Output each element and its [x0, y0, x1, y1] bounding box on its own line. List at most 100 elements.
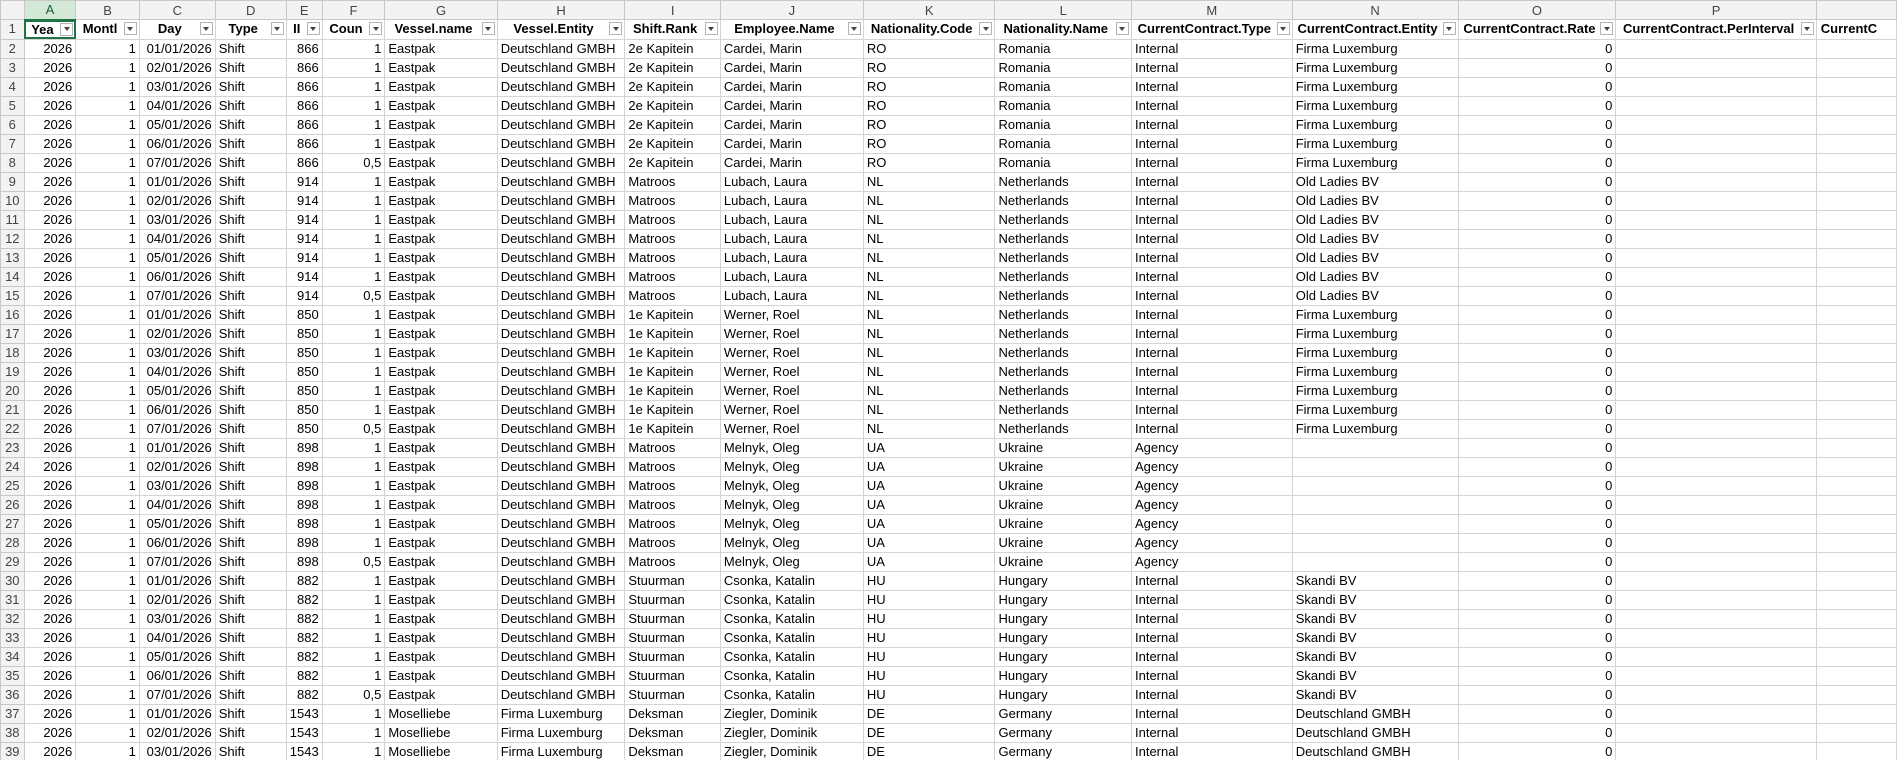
table-cell[interactable] — [1815, 380, 1897, 401]
table-cell[interactable]: Deutschland GMBH — [496, 646, 626, 667]
header-cell[interactable]: Yea — [23, 19, 77, 40]
table-cell[interactable]: Shift — [214, 171, 287, 192]
table-cell[interactable]: 1e Kapitein — [624, 304, 721, 325]
table-cell[interactable]: 0 — [1457, 399, 1617, 420]
table-cell[interactable]: 0 — [1457, 323, 1617, 344]
table-cell[interactable]: RO — [862, 114, 996, 135]
table-cell[interactable] — [1815, 399, 1897, 420]
table-cell[interactable]: Agency — [1130, 513, 1293, 534]
table-cell[interactable] — [1615, 133, 1817, 154]
table-cell[interactable]: Melnyk, Oleg — [719, 475, 864, 496]
row-number[interactable]: 18 — [0, 342, 25, 363]
table-cell[interactable] — [1291, 475, 1459, 496]
table-cell[interactable]: 0 — [1457, 741, 1617, 760]
table-cell[interactable]: 1 — [75, 380, 140, 401]
table-cell[interactable]: 1 — [321, 304, 386, 325]
table-cell[interactable] — [1615, 703, 1817, 724]
table-cell[interactable] — [1615, 437, 1817, 458]
header-cell[interactable]: II — [285, 19, 323, 40]
table-cell[interactable] — [1615, 57, 1817, 78]
table-cell[interactable]: Firma Luxemburg — [1291, 152, 1459, 173]
table-cell[interactable] — [1815, 152, 1897, 173]
table-cell[interactable]: 2026 — [23, 570, 77, 591]
table-cell[interactable]: 1543 — [285, 703, 323, 724]
table-cell[interactable]: UA — [862, 437, 996, 458]
table-cell[interactable]: Internal — [1130, 570, 1293, 591]
table-cell[interactable]: 1 — [75, 722, 140, 743]
table-cell[interactable]: Shift — [214, 513, 287, 534]
table-cell[interactable]: Eastpak — [384, 380, 498, 401]
table-cell[interactable]: Hungary — [994, 627, 1132, 648]
table-cell[interactable]: Matroos — [624, 266, 721, 287]
table-cell[interactable]: NL — [862, 247, 996, 268]
table-cell[interactable]: Hungary — [994, 570, 1132, 591]
table-cell[interactable]: 2026 — [23, 722, 77, 743]
table-cell[interactable]: Firma Luxemburg — [1291, 380, 1459, 401]
table-cell[interactable]: 0 — [1457, 513, 1617, 534]
table-cell[interactable]: 2e Kapitein — [624, 114, 721, 135]
table-cell[interactable] — [1815, 646, 1897, 667]
table-cell[interactable] — [1615, 380, 1817, 401]
table-cell[interactable]: 914 — [285, 266, 323, 287]
table-cell[interactable]: Firma Luxemburg — [1291, 418, 1459, 439]
table-cell[interactable]: Eastpak — [384, 228, 498, 249]
table-cell[interactable] — [1615, 608, 1817, 629]
table-cell[interactable]: Shift — [214, 608, 287, 629]
table-cell[interactable]: Eastpak — [384, 532, 498, 553]
table-cell[interactable]: Shift — [214, 475, 287, 496]
table-cell[interactable]: 2026 — [23, 361, 77, 382]
table-cell[interactable]: Internal — [1130, 266, 1293, 287]
table-cell[interactable]: Eastpak — [384, 361, 498, 382]
column-header-M[interactable]: M — [1130, 0, 1293, 20]
table-cell[interactable]: Deutschland GMBH — [496, 684, 626, 705]
row-number[interactable]: 7 — [0, 133, 25, 154]
table-cell[interactable]: Matroos — [624, 190, 721, 211]
table-cell[interactable]: 0 — [1457, 494, 1617, 515]
table-cell[interactable]: RO — [862, 76, 996, 97]
table-cell[interactable]: 898 — [285, 437, 323, 458]
table-cell[interactable]: Internal — [1130, 190, 1293, 211]
table-cell[interactable]: 0,5 — [321, 152, 386, 173]
table-cell[interactable]: 01/01/2026 — [138, 437, 216, 458]
table-cell[interactable]: Shift — [214, 76, 287, 97]
table-cell[interactable]: Internal — [1130, 247, 1293, 268]
header-cell[interactable]: Shift.Rank — [624, 19, 721, 40]
table-cell[interactable]: Old Ladies BV — [1291, 190, 1459, 211]
table-cell[interactable]: 05/01/2026 — [138, 646, 216, 667]
table-cell[interactable]: Internal — [1130, 171, 1293, 192]
row-number[interactable]: 3 — [0, 57, 25, 78]
table-cell[interactable]: Firma Luxemburg — [496, 741, 626, 760]
table-cell[interactable]: 0 — [1457, 589, 1617, 610]
header-cell[interactable]: Type — [214, 19, 287, 40]
table-cell[interactable]: Shift — [214, 551, 287, 572]
table-cell[interactable]: Csonka, Katalin — [719, 646, 864, 667]
table-cell[interactable] — [1815, 665, 1897, 686]
table-cell[interactable]: Agency — [1130, 475, 1293, 496]
table-cell[interactable]: Firma Luxemburg — [1291, 304, 1459, 325]
table-cell[interactable]: 05/01/2026 — [138, 380, 216, 401]
table-cell[interactable]: 1 — [75, 247, 140, 268]
table-cell[interactable]: Deutschland GMBH — [496, 627, 626, 648]
table-cell[interactable]: Ziegler, Dominik — [719, 722, 864, 743]
table-cell[interactable]: NL — [862, 285, 996, 306]
table-cell[interactable]: 2026 — [23, 171, 77, 192]
table-cell[interactable]: Ziegler, Dominik — [719, 703, 864, 724]
table-cell[interactable]: 06/01/2026 — [138, 266, 216, 287]
table-cell[interactable]: Csonka, Katalin — [719, 589, 864, 610]
table-cell[interactable]: Werner, Roel — [719, 342, 864, 363]
table-cell[interactable]: 1543 — [285, 722, 323, 743]
row-number[interactable]: 20 — [0, 380, 25, 401]
table-cell[interactable]: Moselliebe — [384, 703, 498, 724]
table-cell[interactable]: 1 — [321, 171, 386, 192]
table-cell[interactable] — [1291, 494, 1459, 515]
table-cell[interactable]: Eastpak — [384, 266, 498, 287]
table-cell[interactable]: 2026 — [23, 152, 77, 173]
column-header-D[interactable]: D — [214, 0, 287, 20]
table-cell[interactable]: RO — [862, 38, 996, 59]
table-cell[interactable]: 2026 — [23, 627, 77, 648]
row-number[interactable]: 33 — [0, 627, 25, 648]
table-cell[interactable]: 0 — [1457, 171, 1617, 192]
column-header-N[interactable]: N — [1291, 0, 1459, 20]
table-cell[interactable]: 1 — [321, 209, 386, 230]
table-cell[interactable]: 2026 — [23, 304, 77, 325]
